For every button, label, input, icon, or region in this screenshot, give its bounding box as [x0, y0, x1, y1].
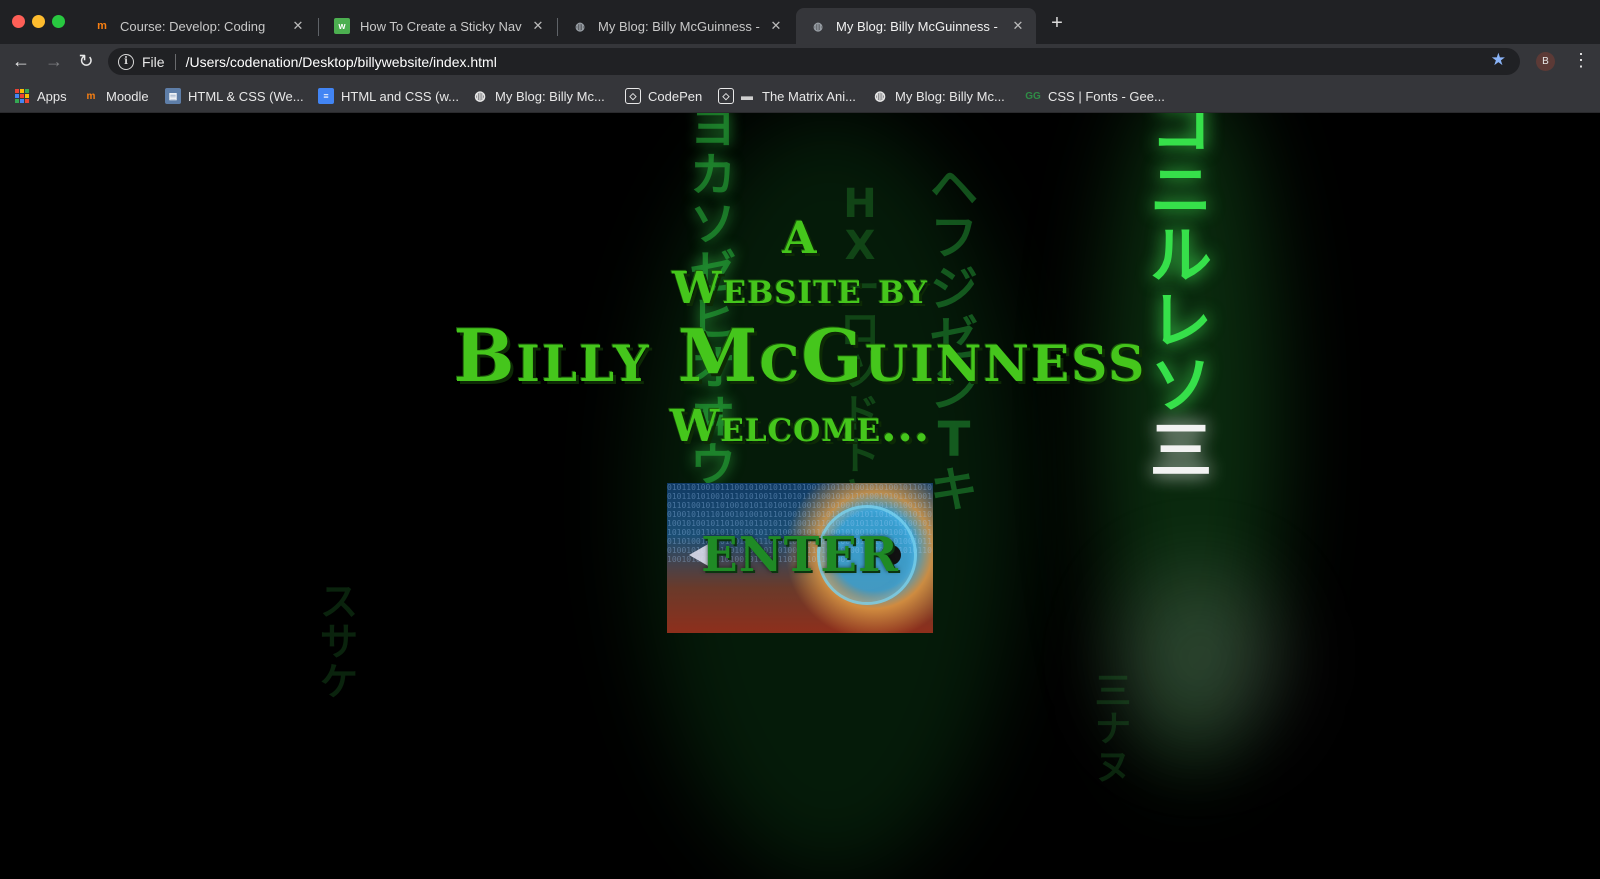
codepen-icon: ◇ — [625, 88, 641, 104]
matrix-rain-column: スサケ — [320, 580, 359, 704]
close-window-button[interactable] — [12, 15, 25, 28]
hero-name: Billy McGuinness — [453, 313, 1147, 398]
close-tab-icon[interactable]: ✕ — [530, 18, 546, 34]
book-icon: ▤ — [165, 88, 181, 104]
bookmark-star-icon[interactable]: ★ — [1491, 50, 1506, 70]
bookmark-label: My Blog: Billy Mc... — [895, 88, 1005, 104]
hero-line-a: A — [782, 213, 818, 264]
tab-sticky-navbar[interactable]: w How To Create a Sticky Navbar ✕ — [320, 8, 556, 44]
rain-glow — [1120, 573, 1280, 743]
bookmark-my-blog-1[interactable]: ◍ My Blog: Billy Mc... — [472, 85, 605, 107]
tab-course-develop-coding[interactable]: m Course: Develop: Coding ✕ — [80, 8, 316, 44]
tab-my-blog-1[interactable]: ◍ My Blog: Billy McGuinness - De ✕ — [558, 8, 794, 44]
url-text[interactable]: /Users/codenation/Desktop/billywebsite/i… — [186, 54, 497, 70]
url-scheme: File — [142, 53, 165, 70]
maximize-window-button[interactable] — [52, 15, 65, 28]
hero-welcome: Welcome... — [669, 401, 931, 452]
forward-button[interactable]: → — [43, 50, 65, 72]
codepen-icon: ◇ — [718, 88, 734, 104]
google-docs-icon: ≡ — [318, 88, 334, 104]
globe-icon: ◍ — [575, 20, 585, 33]
geeksforgeeks-icon: GG — [1025, 90, 1041, 102]
bookmark-css-fonts-geeks[interactable]: GG CSS | Fonts - Gee... — [1025, 85, 1165, 107]
info-icon[interactable]: i — [118, 53, 134, 70]
close-tab-icon[interactable]: ✕ — [1010, 18, 1026, 34]
globe-icon: ◍ — [813, 20, 823, 33]
tab-my-blog-active[interactable]: ◍ My Blog: Billy McGuinness - De ✕ — [796, 8, 1036, 44]
bookmark-label: The Matrix Ani... — [762, 88, 856, 104]
w3schools-icon: w — [334, 18, 350, 34]
globe-icon: ◍ — [474, 88, 486, 103]
bookmarks-bar: Apps m Moodle ▤ HTML & CSS (We... ≡ HTML… — [0, 78, 1600, 113]
bookmark-label: HTML & CSS (We... — [188, 88, 304, 104]
bookmark-label: CodePen — [648, 88, 703, 104]
bookmark-label: HTML and CSS (w... — [341, 88, 459, 104]
kebab-menu-icon[interactable]: ⋮ — [1572, 51, 1590, 71]
bookmark-label: Apps — [37, 88, 67, 104]
tab-title: My Blog: Billy McGuinness - De — [598, 18, 760, 34]
bookmark-label: Moodle — [106, 88, 149, 104]
address-divider — [174, 53, 176, 70]
address-bar[interactable]: i File /Users/codenation/Desktop/billywe… — [108, 48, 1520, 75]
moodle-icon: m — [86, 90, 96, 102]
bookmark-my-blog-2[interactable]: ◍ My Blog: Billy Mc... — [872, 85, 1005, 107]
bookmark-label: CSS | Fonts - Gee... — [1048, 88, 1165, 104]
minimize-window-button[interactable] — [32, 15, 45, 28]
matrix-rain-column: 三ナヌ — [1095, 671, 1132, 788]
globe-icon: ◍ — [874, 88, 886, 103]
hero-line-website-by: Website by — [672, 263, 928, 314]
monitor-icon: ▬ — [741, 89, 753, 103]
bookmark-label: My Blog: Billy Mc... — [495, 88, 605, 104]
bookmark-apps[interactable]: Apps — [14, 85, 67, 107]
reload-button[interactable]: ↻ — [75, 50, 97, 72]
browser-toolbar: ← → ↻ i File /Users/codenation/Desktop/b… — [0, 44, 1600, 78]
bookmark-matrix-animation[interactable]: ◇ ▬ The Matrix Ani... — [718, 85, 856, 107]
back-button[interactable]: ← — [10, 50, 32, 72]
bookmark-codepen[interactable]: ◇ CodePen — [625, 85, 702, 107]
tab-title: My Blog: Billy McGuinness - De — [836, 18, 1002, 34]
enter-label: ENTER — [701, 527, 899, 583]
close-tab-icon[interactable]: ✕ — [768, 18, 784, 34]
tab-title: Course: Develop: Coding — [120, 18, 266, 34]
profile-avatar[interactable]: B — [1536, 52, 1555, 71]
enter-button[interactable]: 0101101001011100101001010110100101011010… — [667, 483, 933, 633]
bookmark-html-css-we[interactable]: ▤ HTML & CSS (We... — [165, 85, 304, 107]
tab-separator — [318, 18, 319, 36]
bookmark-moodle[interactable]: m Moodle — [83, 85, 149, 107]
apps-grid-icon — [14, 88, 30, 104]
new-tab-button[interactable]: + — [1046, 13, 1068, 35]
tab-strip: m Course: Develop: Coding ✕ w How To Cre… — [0, 0, 1600, 44]
tab-title: How To Create a Sticky Navbar — [360, 18, 522, 34]
moodle-icon: m — [97, 20, 107, 32]
page-viewport: ヨカソゼヒオヰウ HXーロツドトヤ ヘフジゼンTキ コニルレソ三 スサケ 三ナヌ… — [0, 113, 1600, 879]
bookmark-html-and-css[interactable]: ≡ HTML and CSS (w... — [318, 85, 459, 107]
close-tab-icon[interactable]: ✕ — [290, 18, 306, 34]
